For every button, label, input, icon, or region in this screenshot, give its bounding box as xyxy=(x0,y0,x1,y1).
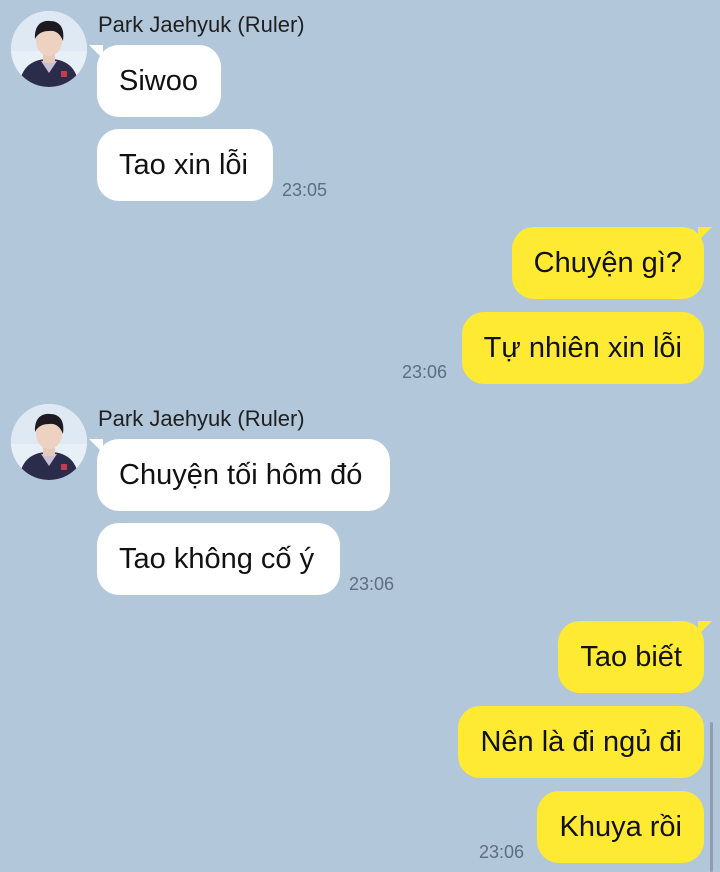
outgoing-message-bubble[interactable]: Khuya rồi xyxy=(537,791,704,863)
incoming-message-bubble[interactable]: Tao không cố ý xyxy=(97,523,340,595)
incoming-message-bubble[interactable]: Chuyện tối hôm đó xyxy=(89,439,390,511)
message-timestamp: 23:06 xyxy=(479,842,525,862)
sender-name: Park Jaehyuk (Ruler) xyxy=(98,406,305,431)
message-timestamp: 23:06 xyxy=(402,362,448,382)
scrollbar[interactable] xyxy=(710,722,713,872)
incoming-message-bubble[interactable]: Siwoo xyxy=(89,45,221,117)
message-timestamp: 23:05 xyxy=(282,180,328,200)
outgoing-message-bubble[interactable]: Tự nhiên xin lỗi xyxy=(461,312,704,384)
message-timestamp: 23:06 xyxy=(349,574,395,594)
avatar-photo xyxy=(11,404,87,480)
incoming-message-bubble[interactable]: Tao xin lỗi xyxy=(97,129,273,201)
sender-avatar[interactable] xyxy=(11,404,87,480)
sender-name: Park Jaehyuk (Ruler) xyxy=(98,12,305,37)
avatar-photo xyxy=(11,11,87,87)
outgoing-message-bubble[interactable]: Nên là đi ngủ đi xyxy=(458,706,704,778)
sender-avatar[interactable] xyxy=(11,11,87,87)
outgoing-message-bubble[interactable]: Chuyện gì? xyxy=(511,227,713,299)
outgoing-message-bubble[interactable]: Tao biết xyxy=(558,621,712,693)
